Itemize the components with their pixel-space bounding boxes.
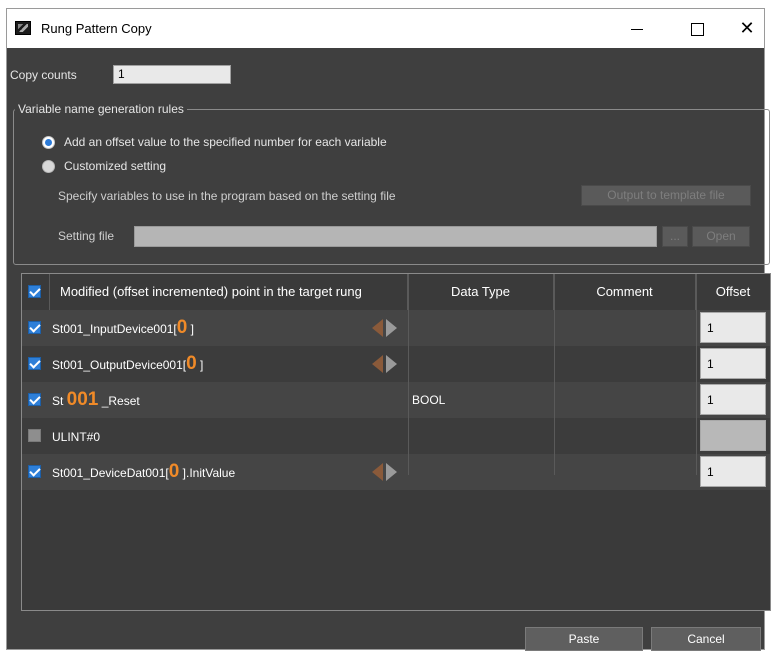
app-icon [15,21,31,35]
point-prefix: St001_InputDevice001[ [52,322,177,336]
paste-button[interactable]: Paste [525,627,643,651]
arrow-left-icon[interactable] [372,319,383,337]
point-suffix: _Reset [98,394,140,408]
table-row[interactable]: St001_InputDevice001[0 ] 1 [22,310,770,346]
data-type-cell: BOOL [412,393,446,407]
shift-arrows[interactable] [368,463,400,481]
close-button[interactable]: ✕ [725,13,769,43]
offset-input[interactable]: 1 [700,456,766,487]
minimize-button[interactable] [615,13,659,43]
title-bar[interactable]: Rung Pattern Copy ✕ [7,9,764,48]
maximize-icon [690,22,704,36]
output-template-button[interactable]: Output to template file [581,185,751,206]
browse-button[interactable]: ... [662,226,688,247]
point-name: ULINT#0 [52,418,100,455]
variable-rules-title: Variable name generation rules [15,102,187,116]
row-checkbox[interactable] [28,357,41,370]
open-button[interactable]: Open [692,226,750,247]
specify-text: Specify variables to use in the program … [58,189,396,203]
custom-option-label: Customized setting [64,159,167,173]
arrow-left-icon[interactable] [372,355,383,373]
row-checkbox[interactable] [28,465,41,478]
header-data-type: Data Type [408,274,554,310]
point-suffix: ] [196,358,204,372]
point-name: St001_OutputDevice001[0 ] [52,346,203,383]
header-offset: Offset [715,284,751,299]
arrow-right-icon[interactable] [386,319,397,337]
close-icon: ✕ [739,18,755,38]
point-offset-highlight: 0 [176,317,188,338]
table-row[interactable]: St001_OutputDevice001[0 ] 1 [22,346,770,382]
header-point: Modified (offset incremented) point in t… [50,274,408,310]
point-name: St001_InputDevice001[0 ] [52,310,194,347]
shift-arrows[interactable] [368,319,400,337]
point-suffix: ].InitValue [179,466,236,480]
custom-radio[interactable] [42,160,55,173]
select-all-checkbox[interactable] [28,285,41,298]
offset-input[interactable] [700,420,766,451]
arrow-left-icon[interactable] [372,463,383,481]
arrow-right-icon[interactable] [386,355,397,373]
maximize-button[interactable] [675,13,719,43]
row-checkbox[interactable] [28,321,41,334]
point-offset-highlight: 001 [66,389,99,410]
copy-counts-input[interactable]: 1 [113,65,231,84]
setting-file-label: Setting file [58,229,115,243]
minimize-icon [631,28,643,30]
copy-counts-label: Copy counts [10,68,77,82]
row-checkbox[interactable] [28,429,41,442]
point-offset-highlight: 0 [186,353,197,374]
header-comment: Comment [554,274,696,310]
point-suffix: ] [187,322,195,336]
point-name: St001_DeviceDat001[0 ].InitValue [52,454,235,491]
window-title: Rung Pattern Copy [41,21,152,36]
point-prefix: St001_OutputDevice001[ [52,358,187,372]
offset-input[interactable]: 1 [700,312,766,343]
column-divider [696,274,697,475]
rung-pattern-copy-dialog: Rung Pattern Copy ✕ Copy counts 1 Variab… [6,8,771,651]
table-row[interactable]: ULINT#0 [22,418,770,454]
point-prefix: St001_DeviceDat001[ [52,466,169,480]
rung-points-table: Modified (offset incremented) point in t… [21,273,771,611]
row-checkbox[interactable] [28,393,41,406]
point-name: St 001 _Reset [52,382,140,419]
point-prefix: St [52,394,67,408]
arrow-right-icon[interactable] [386,463,397,481]
cancel-button[interactable]: Cancel [651,627,761,651]
table-row[interactable]: St001_DeviceDat001[0 ].InitValue 1 [22,454,770,490]
offset-input[interactable]: 1 [700,384,766,415]
column-divider [554,274,555,475]
shift-arrows[interactable] [368,355,400,373]
offset-input[interactable]: 1 [700,348,766,379]
column-divider [408,274,409,475]
setting-file-input[interactable] [134,226,657,247]
table-row[interactable]: St 001 _Reset BOOL 1 [22,382,770,418]
point-offset-highlight: 0 [168,461,180,482]
point-prefix: ULINT#0 [52,430,101,444]
offset-option-label: Add an offset value to the specified num… [64,135,387,149]
offset-radio[interactable] [42,136,55,149]
header-check-cell [22,274,50,310]
